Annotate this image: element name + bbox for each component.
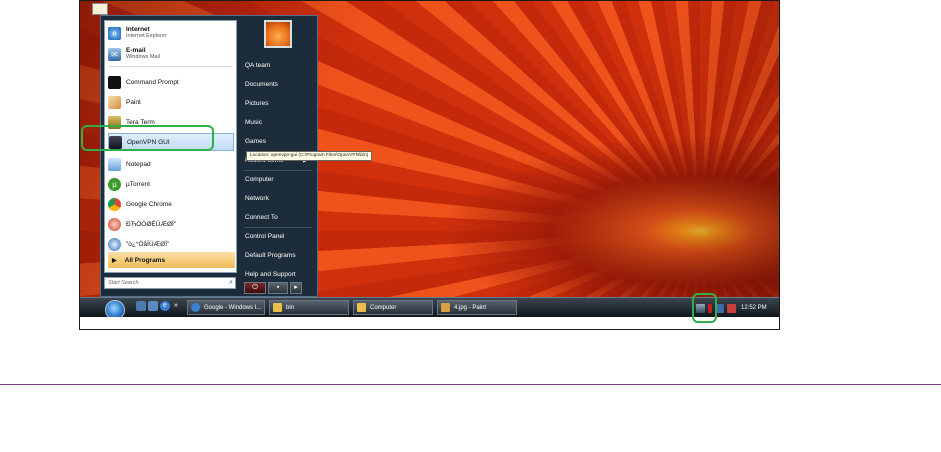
- separator: [244, 227, 312, 228]
- paint-icon: [108, 95, 121, 109]
- pinned-email[interactable]: ✉ E-mail Windows Mail: [108, 45, 234, 63]
- places-item-default-programs[interactable]: Default Programs: [245, 252, 296, 259]
- chevron-right-icon[interactable]: ▸: [290, 282, 302, 294]
- places-item-qa-team[interactable]: QA team: [245, 62, 270, 69]
- recent-item-utorrent[interactable]: µ µTorrent: [108, 175, 234, 193]
- separator: [244, 170, 312, 171]
- utorrent-icon: µ: [108, 177, 121, 191]
- user-picture[interactable]: [264, 20, 292, 48]
- location-tooltip: Location: openvpn-gui (C:\Program Files\…: [246, 151, 373, 161]
- folder-icon: [357, 303, 366, 312]
- places-item-help-and-support[interactable]: Help and Support: [245, 271, 296, 278]
- recent-item-paint[interactable]: Paint: [108, 93, 234, 111]
- openvpn-tray-callout: [692, 293, 717, 323]
- start-menu-places-pane: QA team Documents Pictures Music Games R…: [240, 20, 316, 278]
- mail-icon: ✉: [108, 47, 121, 61]
- separator: [109, 66, 233, 67]
- places-item-documents[interactable]: Documents: [245, 81, 278, 88]
- lock-icon[interactable]: ▪: [268, 282, 288, 294]
- show-desktop-icon[interactable]: [136, 301, 146, 311]
- command-prompt-icon: [108, 75, 121, 89]
- places-item-computer[interactable]: Computer: [245, 176, 274, 183]
- search-icon[interactable]: ⌕: [229, 278, 233, 288]
- notepad-icon: [108, 157, 121, 171]
- places-item-pictures[interactable]: Pictures: [245, 100, 268, 107]
- recent-item-command-prompt[interactable]: Command Prompt: [108, 73, 234, 91]
- internet-explorer-icon[interactable]: e: [160, 301, 170, 311]
- recent-item-notepad[interactable]: Notepad: [108, 155, 234, 173]
- arrow-right-icon: ▶: [112, 257, 117, 264]
- places-item-control-panel[interactable]: Control Panel: [245, 233, 284, 240]
- taskbar-button-bin[interactable]: bin: [269, 300, 349, 315]
- divider-line: [0, 384, 941, 385]
- volume-icon[interactable]: [727, 303, 736, 313]
- clock[interactable]: 12:52 PM: [741, 305, 767, 311]
- recent-item-app-2[interactable]: "ò¿°ÒåÏÜÆØÏ": [108, 235, 234, 253]
- taskbar-button-google[interactable]: Google - Windows I...: [187, 300, 265, 315]
- desktop-file-icon[interactable]: [92, 3, 108, 15]
- taskbar-button-computer[interactable]: Computer: [353, 300, 433, 315]
- places-item-connect-to[interactable]: Connect To: [245, 214, 278, 221]
- all-programs-button[interactable]: ▶ All Programs: [108, 252, 235, 268]
- paint-icon: [441, 303, 450, 312]
- screenshot-frame: e Internet Internet Explorer ✉ E-mail Wind…: [79, 0, 780, 330]
- taskbar-button-paint[interactable]: 4.jpg - Paint: [437, 300, 517, 315]
- chevron-right-icon[interactable]: »: [173, 301, 179, 311]
- places-item-music[interactable]: Music: [245, 119, 262, 126]
- places-item-games[interactable]: Games: [245, 138, 266, 145]
- chrome-icon: [108, 197, 121, 211]
- pinned-internet[interactable]: e Internet Internet Explorer: [108, 24, 234, 42]
- power-icon[interactable]: ⏻: [244, 282, 266, 294]
- recent-item-google-chrome[interactable]: Google Chrome: [108, 195, 234, 213]
- switch-windows-icon[interactable]: [148, 301, 158, 311]
- power-controls: ⏻ ▪ ▸: [240, 282, 316, 294]
- start-search-input[interactable]: Start Search ⌕: [104, 277, 236, 289]
- app-icon: [108, 237, 121, 251]
- folder-icon: [273, 303, 282, 312]
- app-icon: [108, 217, 121, 231]
- internet-explorer-icon: [191, 303, 200, 312]
- internet-explorer-icon: e: [108, 26, 121, 40]
- openvpn-menu-callout: [81, 125, 214, 151]
- places-item-network[interactable]: Network: [245, 195, 269, 202]
- recent-item-app-1[interactable]: ÐЋÓÓØÉÜÆØÏ": [108, 215, 234, 233]
